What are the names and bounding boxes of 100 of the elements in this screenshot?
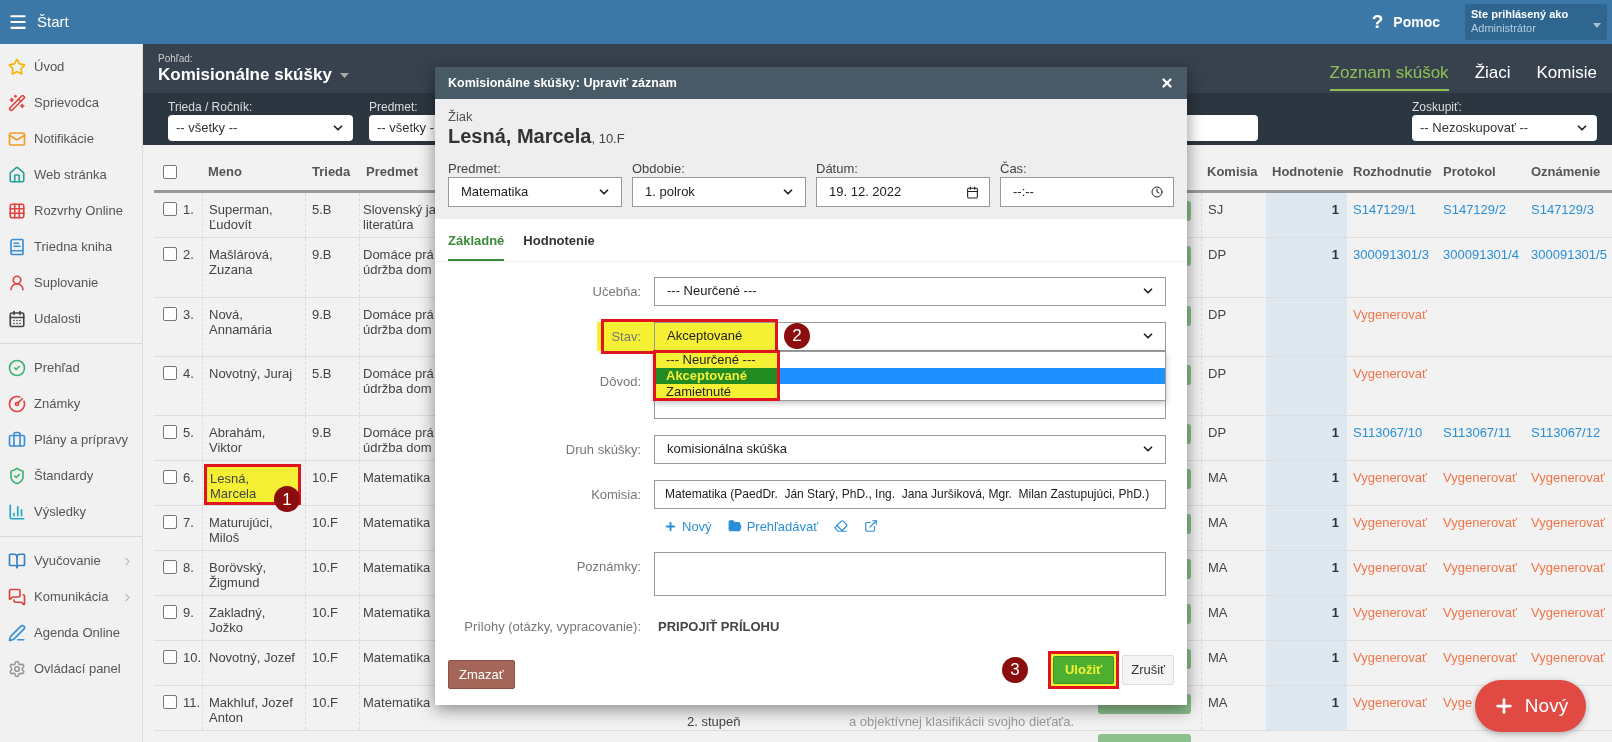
subject-text: Domáce prá: [363, 425, 434, 440]
grade-cell: 1: [1266, 641, 1347, 685]
sidebar-item[interactable]: Známky: [0, 386, 142, 422]
eraser-icon[interactable]: [834, 519, 849, 534]
sidebar-item[interactable]: Plány a prípravy: [0, 422, 142, 458]
student-name: Superman, Ľudovít: [209, 202, 274, 232]
caret-icon: [1593, 23, 1601, 28]
filter-label: Predmet:: [369, 99, 419, 115]
column-header[interactable]: Protokol: [1443, 161, 1496, 181]
sidebar-item[interactable]: Rozvrhy Online: [0, 193, 142, 229]
delete-button[interactable]: Zmazať: [448, 660, 515, 689]
checkbox[interactable]: [163, 165, 177, 179]
note-text: a objektívnej klasifikácii svojho dieťaťa.: [849, 714, 1075, 729]
checkbox[interactable]: [163, 560, 177, 574]
input-field[interactable]: Matematika (PaedDr. Ján Starý, PhD., Ing. Jana Juršiková, Mgr. Milan Zastupujúci, PhD.): [654, 479, 1166, 509]
column-header[interactable]: Meno: [208, 161, 242, 181]
menu-icon: [8, 12, 28, 32]
select-field[interactable]: Matematika: [448, 177, 622, 207]
sidebar-item[interactable]: Výsledky: [0, 494, 142, 530]
student-name: Novotný, Juraj: [209, 366, 293, 381]
checkbox[interactable]: [163, 470, 177, 484]
column-header[interactable]: Predmet: [366, 161, 419, 181]
field-label: Komisia:: [591, 485, 642, 504]
checkbox[interactable]: [163, 366, 177, 380]
attach-link[interactable]: PRIPOJIŤ PRÍLOHU: [654, 612, 780, 641]
field-label: Dôvod:: [599, 372, 642, 391]
text-area[interactable]: [654, 552, 1166, 596]
nav-tab[interactable]: Zoznam skúšok: [1329, 44, 1449, 91]
checkbox[interactable]: [163, 202, 177, 216]
view-switcher[interactable]: Komisionálne skúšky: [158, 64, 349, 86]
class-name: 10.F: [312, 560, 338, 575]
sidebar-item[interactable]: Úvod: [0, 49, 142, 85]
sidebar-item[interactable]: Ovládací panel: [0, 651, 142, 687]
action-link[interactable]: Prehľadávať: [727, 516, 819, 536]
cancel-button[interactable]: Zrušiť: [1122, 655, 1174, 685]
dialog-tab[interactable]: Základné: [448, 231, 505, 261]
checkbox[interactable]: [163, 307, 177, 321]
close-icon[interactable]: [1160, 76, 1174, 90]
filter-select[interactable]: -- všetky --: [168, 115, 353, 141]
time-field[interactable]: --:--: [1000, 177, 1174, 207]
action-link[interactable]: Nový: [664, 516, 712, 536]
dialog-title: Komisionálne skúšky: Upraviť záznam: [448, 74, 677, 92]
sidebar-item[interactable]: Web stránka: [0, 157, 142, 193]
dialog-tab[interactable]: Hodnotenie: [523, 231, 595, 261]
grade-cell: 1: [1266, 596, 1347, 640]
sidebar-item[interactable]: Sprievodca: [0, 85, 142, 121]
select-field[interactable]: komisionálna skúška: [654, 434, 1166, 464]
row-number: 1.: [183, 202, 194, 217]
filter-label: Trieda / Ročník:: [168, 99, 254, 115]
dropdown-option[interactable]: Akceptované: [655, 367, 1165, 384]
pen-icon: [8, 624, 26, 642]
checkbox[interactable]: [163, 247, 177, 261]
new-button[interactable]: Nový: [1475, 680, 1586, 732]
sidebar-item[interactable]: Komunikácia: [0, 579, 142, 615]
sidebar-item[interactable]: Prehľad: [0, 350, 142, 386]
checkbox[interactable]: [163, 605, 177, 619]
subject-text: literatúra: [363, 217, 414, 232]
filter-field[interactable]: [1187, 115, 1258, 141]
sidebar-item[interactable]: Triedna kniha: [0, 229, 142, 265]
group-select[interactable]: -- Nezoskupovať --: [1412, 115, 1597, 141]
select-field[interactable]: 1. polrok: [632, 177, 806, 207]
checkbox[interactable]: [163, 515, 177, 529]
menu-button[interactable]: Štart: [0, 10, 69, 34]
column-header[interactable]: Komisia: [1207, 161, 1258, 181]
grade-cell: 1: [1266, 416, 1347, 460]
user-menu[interactable]: Ste prihlásený ako Administrátor: [1465, 4, 1607, 40]
checkbox[interactable]: [163, 425, 177, 439]
grade-cell: 1: [1266, 551, 1347, 595]
sidebar-item[interactable]: Vyučovanie: [0, 543, 142, 579]
subject-text: Matematika: [363, 650, 431, 665]
student-name: Mašlárová, Zuzana: [209, 247, 274, 277]
commission-code: DP: [1208, 366, 1227, 381]
magic-wand-icon: [8, 94, 26, 112]
sidebar-item[interactable]: Štandardy: [0, 458, 142, 494]
nav-tab[interactable]: Žiaci: [1474, 44, 1511, 91]
select-field[interactable]: --- Neurčené ---: [654, 276, 1166, 306]
subject-text: Matematika: [363, 560, 431, 575]
filter-select[interactable]: -- všetky -: [369, 115, 435, 141]
row-number: 4.: [183, 366, 194, 381]
column-header[interactable]: Hodnotenie: [1272, 161, 1344, 181]
subject-text: Matematika: [363, 695, 431, 710]
student-caption: Žiak: [448, 109, 474, 124]
row-number: 5.: [183, 425, 194, 440]
column-header[interactable]: Rozhodnutie: [1353, 161, 1432, 181]
external-link-icon[interactable]: [864, 519, 879, 534]
field-label: Dátum:: [816, 160, 859, 177]
folder-icon: [727, 519, 742, 534]
date-field[interactable]: 19. 12. 2022: [816, 177, 990, 207]
sidebar-item[interactable]: Agenda Online: [0, 615, 142, 651]
calendar-icon: [8, 310, 26, 328]
subject-text: Matematika: [363, 605, 431, 620]
column-header[interactable]: Trieda: [312, 161, 351, 181]
sidebar-item[interactable]: Udalosti: [0, 301, 142, 337]
nav-tab[interactable]: Komisie: [1536, 44, 1597, 91]
sidebar-item[interactable]: Notifikácie: [0, 121, 142, 157]
column-header[interactable]: Oznámenie: [1531, 161, 1601, 181]
checkbox[interactable]: [163, 650, 177, 664]
checkbox[interactable]: [163, 695, 177, 709]
sidebar-item[interactable]: Suplovanie: [0, 265, 142, 301]
help-link[interactable]: ? Pomoc: [1371, 7, 1440, 37]
